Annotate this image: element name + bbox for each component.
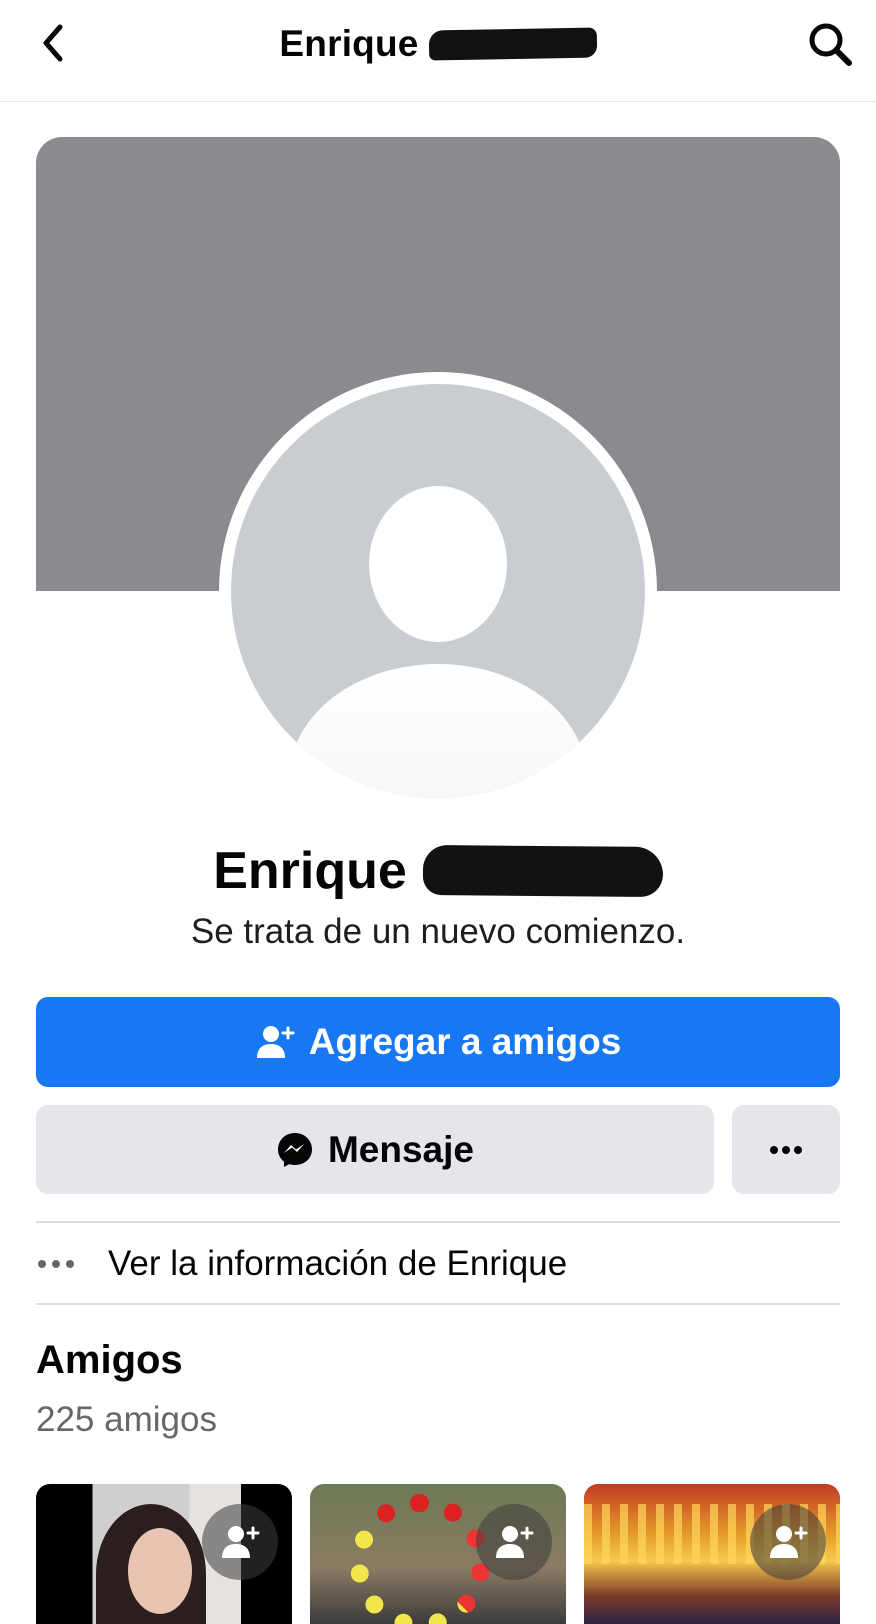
more-dots-icon	[38, 1260, 74, 1268]
more-dots-icon-wrap	[36, 1259, 108, 1269]
divider	[36, 1303, 840, 1305]
profile-first-name: Enrique	[213, 842, 407, 900]
friend-add-button[interactable]	[750, 1504, 826, 1580]
friends-count[interactable]: 225 amigos	[36, 1400, 217, 1440]
messenger-icon	[277, 1132, 312, 1167]
add-friend-button[interactable]: Agregar a amigos	[36, 997, 840, 1087]
add-friend-label: Agregar a amigos	[308, 1021, 622, 1062]
more-options-button[interactable]	[732, 1105, 840, 1194]
avatar-placeholder-body	[289, 664, 587, 798]
message-label: Mensaje	[327, 1128, 474, 1170]
profile-name: Enrique	[0, 836, 876, 906]
top-bar: Enrique	[0, 0, 876, 102]
message-button[interactable]: Mensaje	[36, 1105, 714, 1194]
profile-avatar[interactable]	[231, 384, 645, 798]
friend-add-button[interactable]	[476, 1504, 552, 1580]
search-icon	[809, 23, 852, 66]
more-dots-icon	[770, 1145, 802, 1154]
friend-card[interactable]	[584, 1484, 840, 1624]
friend-photo-balloons	[350, 1494, 490, 1624]
add-friend-icon	[496, 1526, 534, 1558]
redacted-surname-bar	[428, 27, 597, 61]
divider	[36, 1221, 840, 1223]
friend-photo-face	[128, 1528, 192, 1614]
add-friend-icon	[256, 1026, 295, 1058]
see-info-label: Ver la información de Enrique	[108, 1244, 568, 1283]
header-name: Enrique	[279, 23, 419, 64]
friend-add-button[interactable]	[202, 1504, 278, 1580]
add-friend-icon	[770, 1526, 808, 1558]
avatar-placeholder-head	[369, 486, 507, 642]
redacted-surname-bar	[422, 844, 663, 898]
add-friend-icon	[222, 1526, 260, 1558]
header-title: Enrique	[0, 22, 876, 66]
search-button[interactable]	[804, 18, 856, 70]
friend-card[interactable]	[36, 1484, 292, 1624]
see-info-row[interactable]: Ver la información de Enrique	[36, 1224, 840, 1304]
friends-section-title: Amigos	[36, 1338, 183, 1382]
profile-bio: Se trata de un nuevo comienzo.	[190, 912, 686, 951]
friend-card[interactable]	[310, 1484, 566, 1624]
